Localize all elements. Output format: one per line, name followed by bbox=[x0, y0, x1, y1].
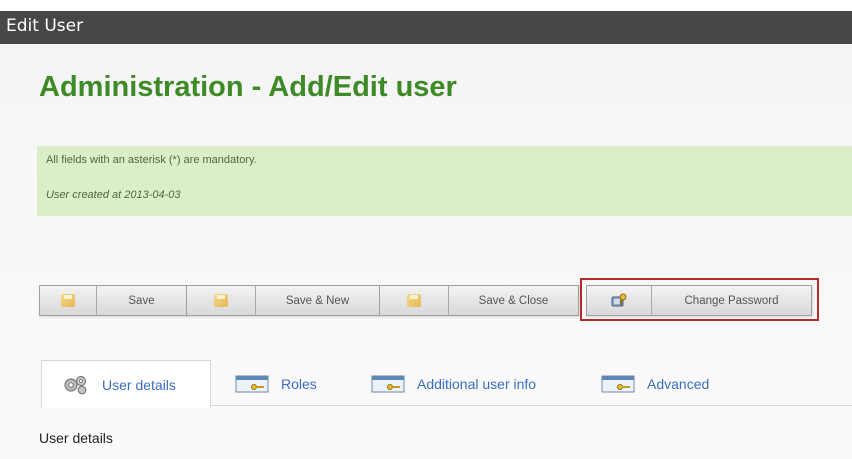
window-title: Edit User bbox=[6, 16, 84, 36]
tab-roles[interactable]: Roles bbox=[235, 360, 355, 408]
tab-advanced-label: Advanced bbox=[647, 376, 710, 392]
tab-additional-user-info[interactable]: Additional user info bbox=[371, 360, 601, 408]
save-and-close-button[interactable]: Save & Close bbox=[379, 285, 579, 316]
tab-roles-label: Roles bbox=[281, 376, 317, 392]
save-and-close-button-icon-cell bbox=[380, 286, 449, 315]
tab-bar: User details Roles Additional user info … bbox=[37, 360, 852, 408]
user-created-notice: User created at 2013-04-03 bbox=[46, 189, 181, 201]
tab-user-details[interactable]: User details bbox=[41, 360, 211, 408]
save-icon bbox=[214, 294, 228, 307]
save-and-new-button-label: Save & New bbox=[285, 294, 350, 307]
save-and-new-button-icon-cell bbox=[187, 286, 256, 315]
window-titlebar: Edit User bbox=[0, 0, 852, 44]
save-button-label: Save bbox=[128, 294, 155, 307]
save-button-icon-cell bbox=[40, 286, 97, 315]
section-title-user-details: User details bbox=[39, 430, 113, 446]
page-title: Administration - Add/Edit user bbox=[39, 71, 457, 103]
save-button[interactable]: Save bbox=[39, 285, 187, 316]
mandatory-fields-notice: All fields with an asterisk (*) are mand… bbox=[46, 154, 257, 166]
save-and-close-button-label: Save & Close bbox=[478, 294, 549, 307]
key-card-icon bbox=[371, 375, 405, 393]
change-password-highlight bbox=[580, 278, 819, 321]
key-card-icon bbox=[601, 375, 635, 393]
gears-icon bbox=[64, 375, 87, 394]
key-card-icon bbox=[235, 375, 269, 393]
save-and-new-button[interactable]: Save & New bbox=[186, 285, 380, 316]
tab-advanced[interactable]: Advanced bbox=[601, 360, 751, 408]
tab-user-details-label: User details bbox=[102, 376, 176, 393]
save-icon bbox=[407, 294, 421, 307]
tab-divider bbox=[211, 405, 852, 406]
save-icon bbox=[61, 294, 75, 307]
titlebar-bar bbox=[0, 11, 852, 44]
tab-additional-user-info-label: Additional user info bbox=[417, 376, 537, 392]
